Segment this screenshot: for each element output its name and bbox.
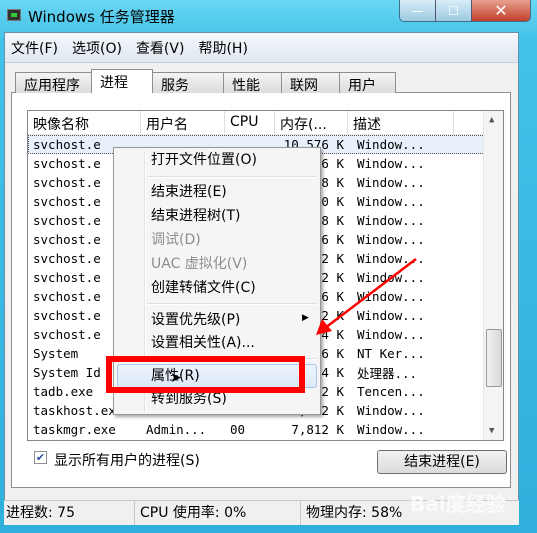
- baidu-watermark: Bai度经验: [410, 492, 506, 516]
- annotation-arrow: [316, 258, 417, 335]
